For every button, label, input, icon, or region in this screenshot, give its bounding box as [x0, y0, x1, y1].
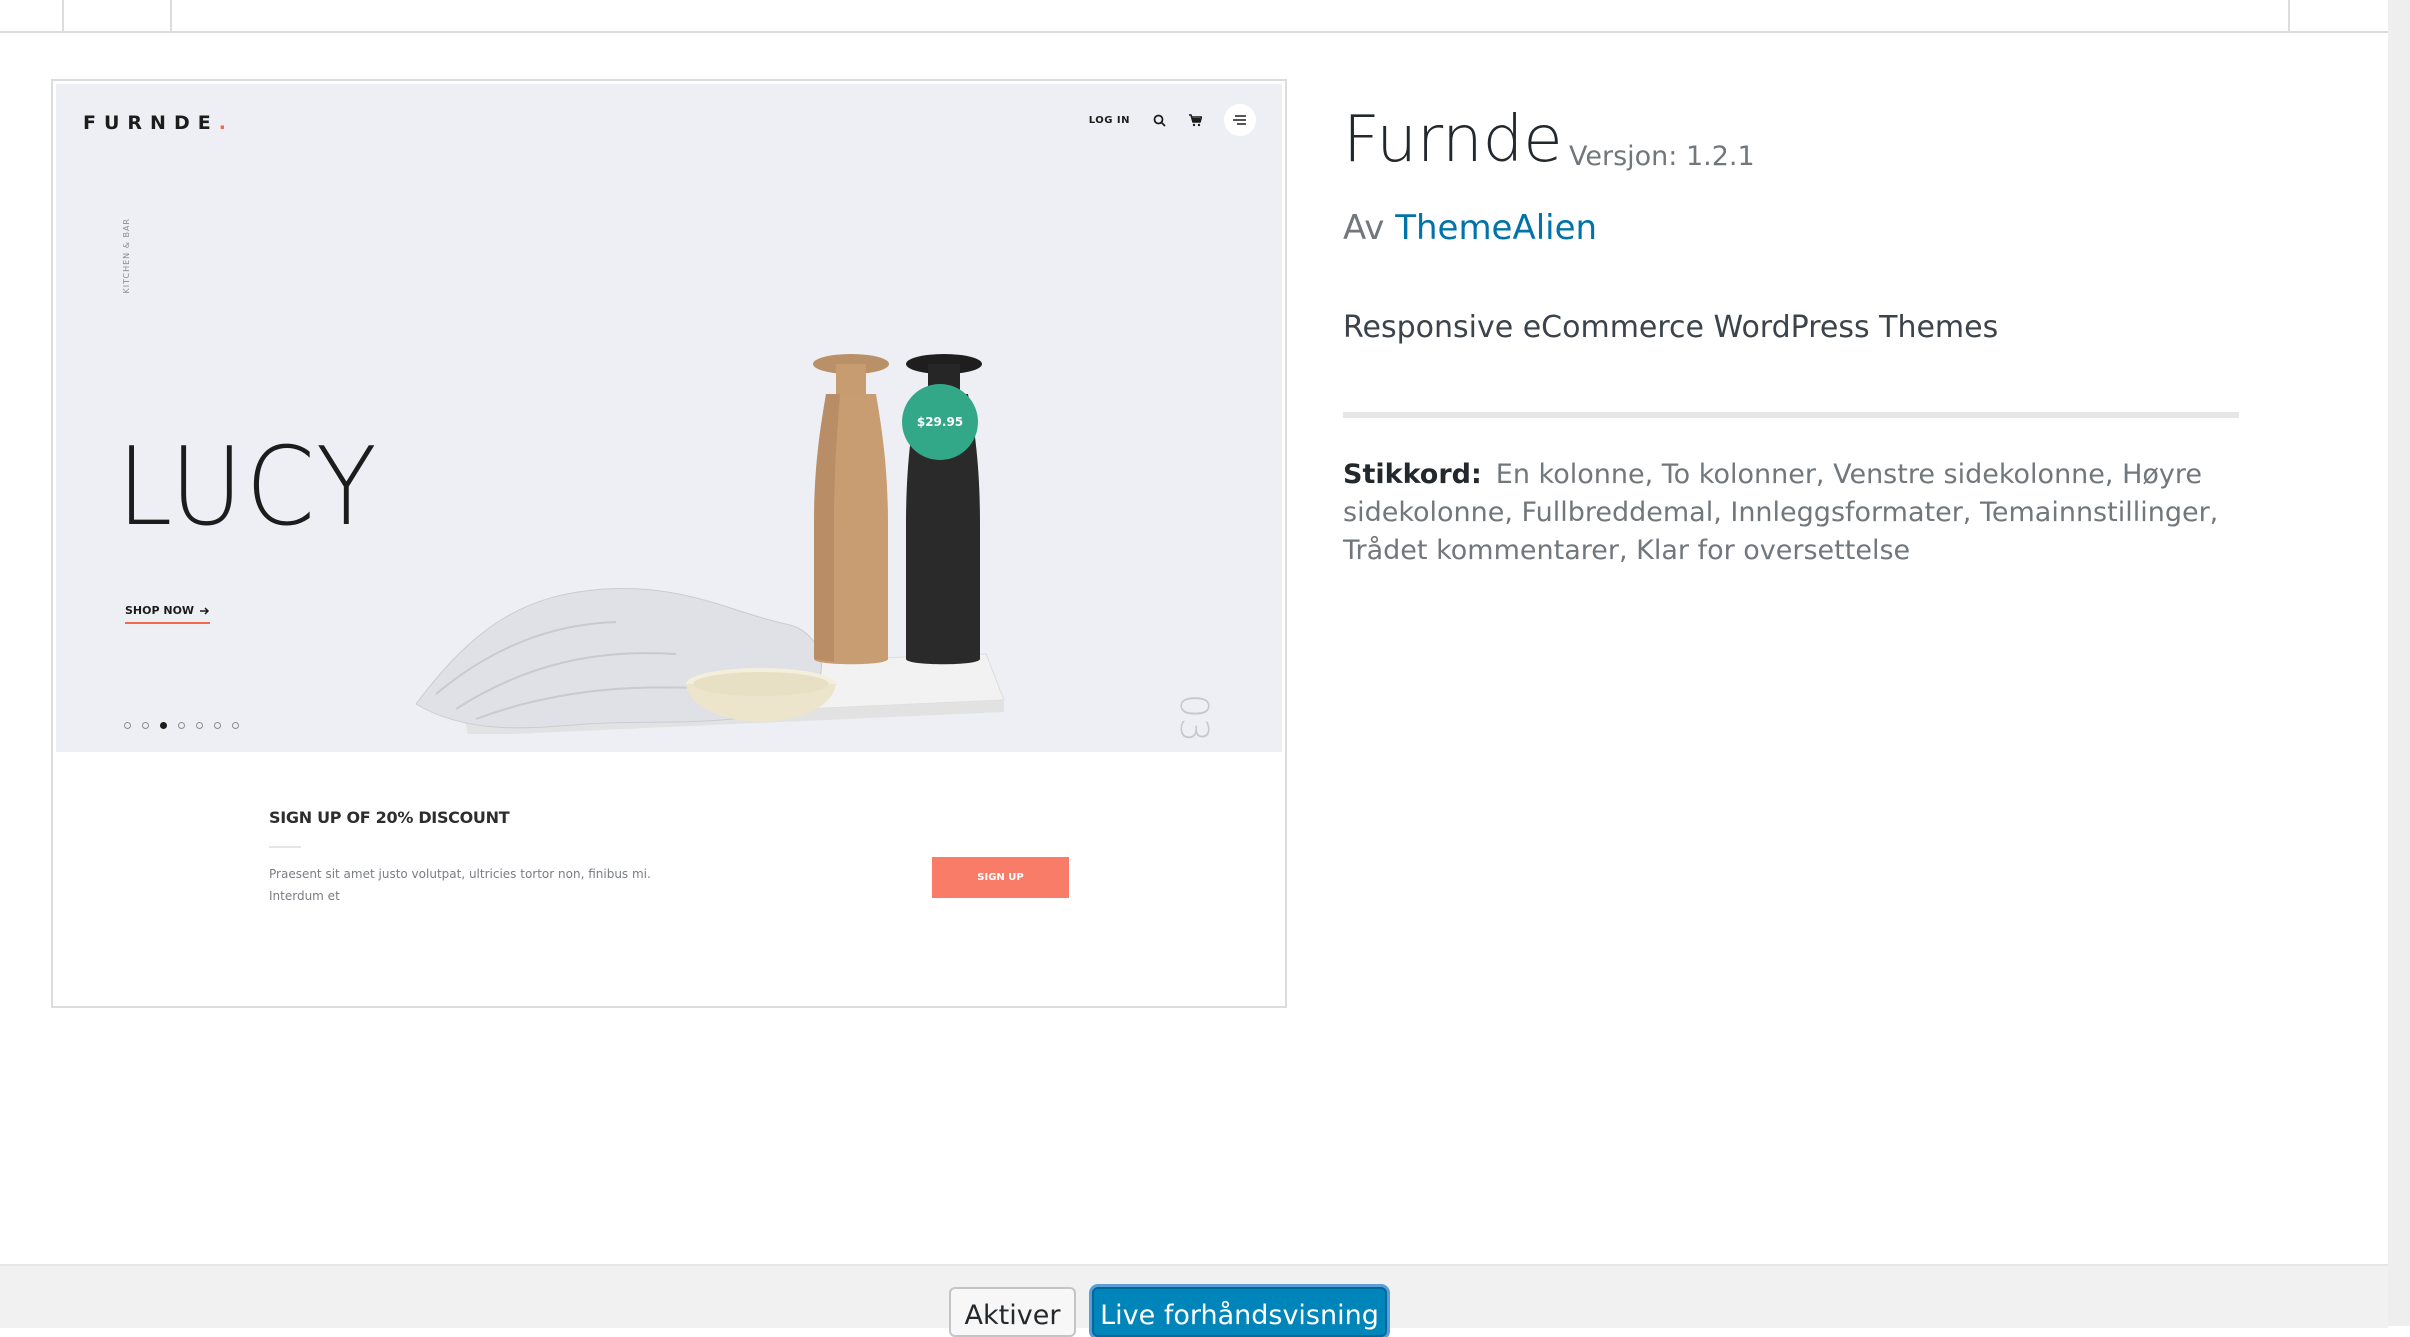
signup-title: SIGN UP OF 20% DISCOUNT [269, 808, 510, 827]
price-badge: $29.95 [902, 384, 978, 460]
live-preview-button[interactable]: Live forhåndsvisning [1092, 1287, 1387, 1337]
signup-button: SIGN UP [932, 857, 1069, 898]
theme-tags: Stikkord: En kolonne, To kolonner, Venstr… [1343, 456, 2239, 570]
slider-dot [142, 722, 149, 729]
signup-text: Praesent sit amet justo volutpat, ultric… [269, 867, 651, 903]
slider-dot-active [160, 722, 167, 729]
theme-screenshot: FURNDE. LOG IN KITCHEN & BAR LUCY $29.95… [51, 79, 1287, 1008]
header-separator [62, 0, 64, 31]
theme-description: Responsive eCommerce WordPress Themes [1343, 310, 1999, 345]
screenshot-hero: FURNDE. LOG IN KITCHEN & BAR LUCY $29.95… [56, 84, 1282, 752]
screenshot-login-link: LOG IN [1088, 114, 1130, 126]
shop-now-link: SHOP NOW [125, 604, 211, 624]
product-image [415, 354, 1005, 734]
theme-author: Av ThemeAlien [1343, 208, 1597, 248]
activate-button[interactable]: Aktiver [949, 1287, 1076, 1337]
slider-dot [178, 722, 185, 729]
screenshot-logo: FURNDE. [83, 112, 234, 134]
cart-icon [1188, 113, 1202, 127]
signup-divider [269, 846, 301, 848]
theme-name: Furnde [1343, 103, 1563, 177]
slider-dot [124, 722, 131, 729]
hamburger-menu-icon [1224, 104, 1256, 136]
slider-dot [196, 722, 203, 729]
slide-number: 03 [1171, 693, 1216, 743]
slider-dots [124, 722, 239, 729]
header-separator [170, 0, 172, 31]
search-icon [1152, 113, 1166, 127]
tags-label: Stikkord: [1343, 459, 1482, 490]
author-prefix: Av [1343, 208, 1385, 248]
screenshot-nav: LOG IN [1089, 104, 1256, 136]
slider-dot [214, 722, 221, 729]
arrow-right-icon [200, 606, 210, 615]
screenshot-hero-title: LUCY [117, 425, 380, 550]
header-separator [2288, 0, 2290, 31]
screenshot-vertical-label: KITCHEN & BAR [122, 218, 131, 294]
author-link[interactable]: ThemeAlien [1395, 208, 1597, 248]
theme-overlay-header [0, 0, 2390, 33]
slider-dot [232, 722, 239, 729]
theme-version: Versjon: 1.2.1 [1569, 141, 1755, 172]
scrollbar-track[interactable] [2388, 0, 2410, 1326]
section-divider [1343, 412, 2239, 418]
